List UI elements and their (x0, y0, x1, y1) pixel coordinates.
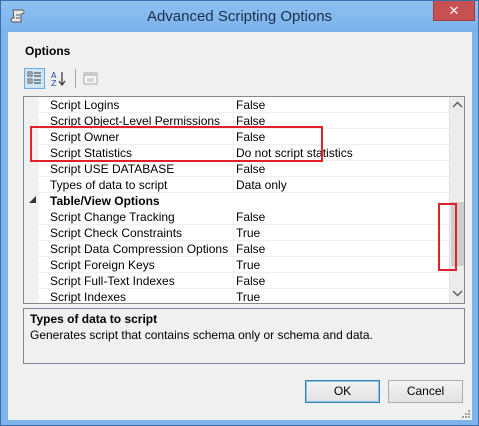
property-row[interactable]: Script Foreign Keys True (24, 257, 449, 273)
column-divider (233, 257, 234, 273)
category-row[interactable]: Table/View Options (24, 193, 449, 209)
description-title: Types of data to script (30, 312, 158, 326)
property-row[interactable]: Script Change Tracking False (24, 209, 449, 225)
categorized-view-icon (27, 71, 41, 84)
property-value[interactable]: True (236, 226, 260, 240)
property-value[interactable]: Data only (236, 178, 287, 192)
dialog-window: Advanced Scripting Options ✕ Options A Z (0, 0, 479, 426)
property-name: Script Foreign Keys (50, 258, 155, 272)
ok-button[interactable]: OK (305, 380, 380, 403)
toolbar-separator (75, 69, 76, 88)
property-value[interactable]: False (236, 274, 265, 288)
close-icon: ✕ (448, 3, 460, 18)
property-value[interactable]: True (236, 258, 260, 272)
property-value[interactable]: False (236, 242, 265, 256)
column-divider (233, 97, 234, 113)
column-divider (233, 129, 234, 145)
description-text: Generates script that contains schema on… (30, 328, 373, 342)
property-name: Script Full-Text Indexes (50, 274, 175, 288)
category-label: Table/View Options (50, 194, 160, 208)
property-row[interactable]: Script Full-Text Indexes False (24, 273, 449, 289)
alphabetical-sort-icon: A Z (51, 71, 66, 88)
property-value[interactable]: True (236, 290, 260, 303)
property-name: Script Data Compression Options (50, 242, 229, 256)
column-divider (233, 161, 234, 177)
cancel-button[interactable]: Cancel (388, 380, 463, 403)
property-value[interactable]: False (236, 114, 265, 128)
alphabetical-sort-button[interactable]: A Z (48, 68, 69, 89)
scroll-up-arrow-icon[interactable] (452, 101, 463, 109)
column-divider (233, 209, 234, 225)
property-pages-button[interactable] (80, 68, 101, 89)
property-name: Script Check Constraints (50, 226, 183, 240)
dialog-client-area: Options A Z Script Logins False Script O… (8, 32, 472, 420)
property-row[interactable]: Script Statistics Do not script statistic… (24, 145, 449, 161)
column-divider (233, 145, 234, 161)
column-divider (233, 113, 234, 129)
property-value[interactable]: Do not script statistics (236, 146, 353, 160)
column-divider (233, 273, 234, 289)
property-row[interactable]: Script Indexes True (24, 289, 449, 304)
property-grid-rows: Script Logins False Script Object-Level Pe… (24, 97, 449, 303)
column-divider (233, 241, 234, 257)
property-value[interactable]: False (236, 130, 265, 144)
property-value[interactable]: False (236, 98, 265, 112)
column-divider (233, 289, 234, 303)
property-name: Script Indexes (50, 290, 127, 304)
property-name: Script USE DATABASE (50, 162, 175, 176)
property-name: Script Logins (50, 98, 120, 112)
property-name: Script Owner (50, 130, 120, 144)
property-name: Script Object-Level Permissions (50, 114, 221, 128)
collapse-triangle-icon[interactable] (28, 195, 38, 205)
categorized-view-button[interactable] (24, 68, 45, 89)
property-name: Script Change Tracking (50, 210, 175, 224)
property-row[interactable]: Script USE DATABASE False (24, 161, 449, 177)
close-button[interactable]: ✕ (433, 1, 475, 21)
resize-grip-icon[interactable] (459, 407, 471, 419)
scrollbar-thumb[interactable] (451, 202, 464, 266)
property-row[interactable]: Script Data Compression Options False (24, 241, 449, 257)
property-name: Types of data to script (50, 178, 168, 192)
scroll-down-arrow-icon[interactable] (452, 289, 463, 297)
property-value[interactable]: False (236, 210, 265, 224)
property-row[interactable]: Script Object-Level Permissions False (24, 113, 449, 129)
property-name: Script Statistics (50, 146, 133, 160)
property-row[interactable]: Script Logins False (24, 97, 449, 113)
property-row[interactable]: Script Owner False (24, 129, 449, 145)
vertical-scrollbar[interactable] (449, 97, 464, 303)
column-divider (233, 177, 234, 193)
description-panel: Types of data to script Generates script… (23, 308, 465, 364)
property-row[interactable]: Types of data to script Data only (24, 177, 449, 193)
property-value[interactable]: False (236, 162, 265, 176)
options-heading: Options (25, 44, 71, 58)
property-pages-icon (83, 72, 98, 85)
property-grid[interactable]: Script Logins False Script Object-Level Pe… (23, 96, 465, 304)
title-bar[interactable]: Advanced Scripting Options ✕ (1, 1, 478, 32)
column-divider (233, 225, 234, 241)
window-title: Advanced Scripting Options (146, 8, 333, 25)
svg-text:Z: Z (51, 79, 57, 88)
property-row[interactable]: Script Check Constraints True (24, 225, 449, 241)
